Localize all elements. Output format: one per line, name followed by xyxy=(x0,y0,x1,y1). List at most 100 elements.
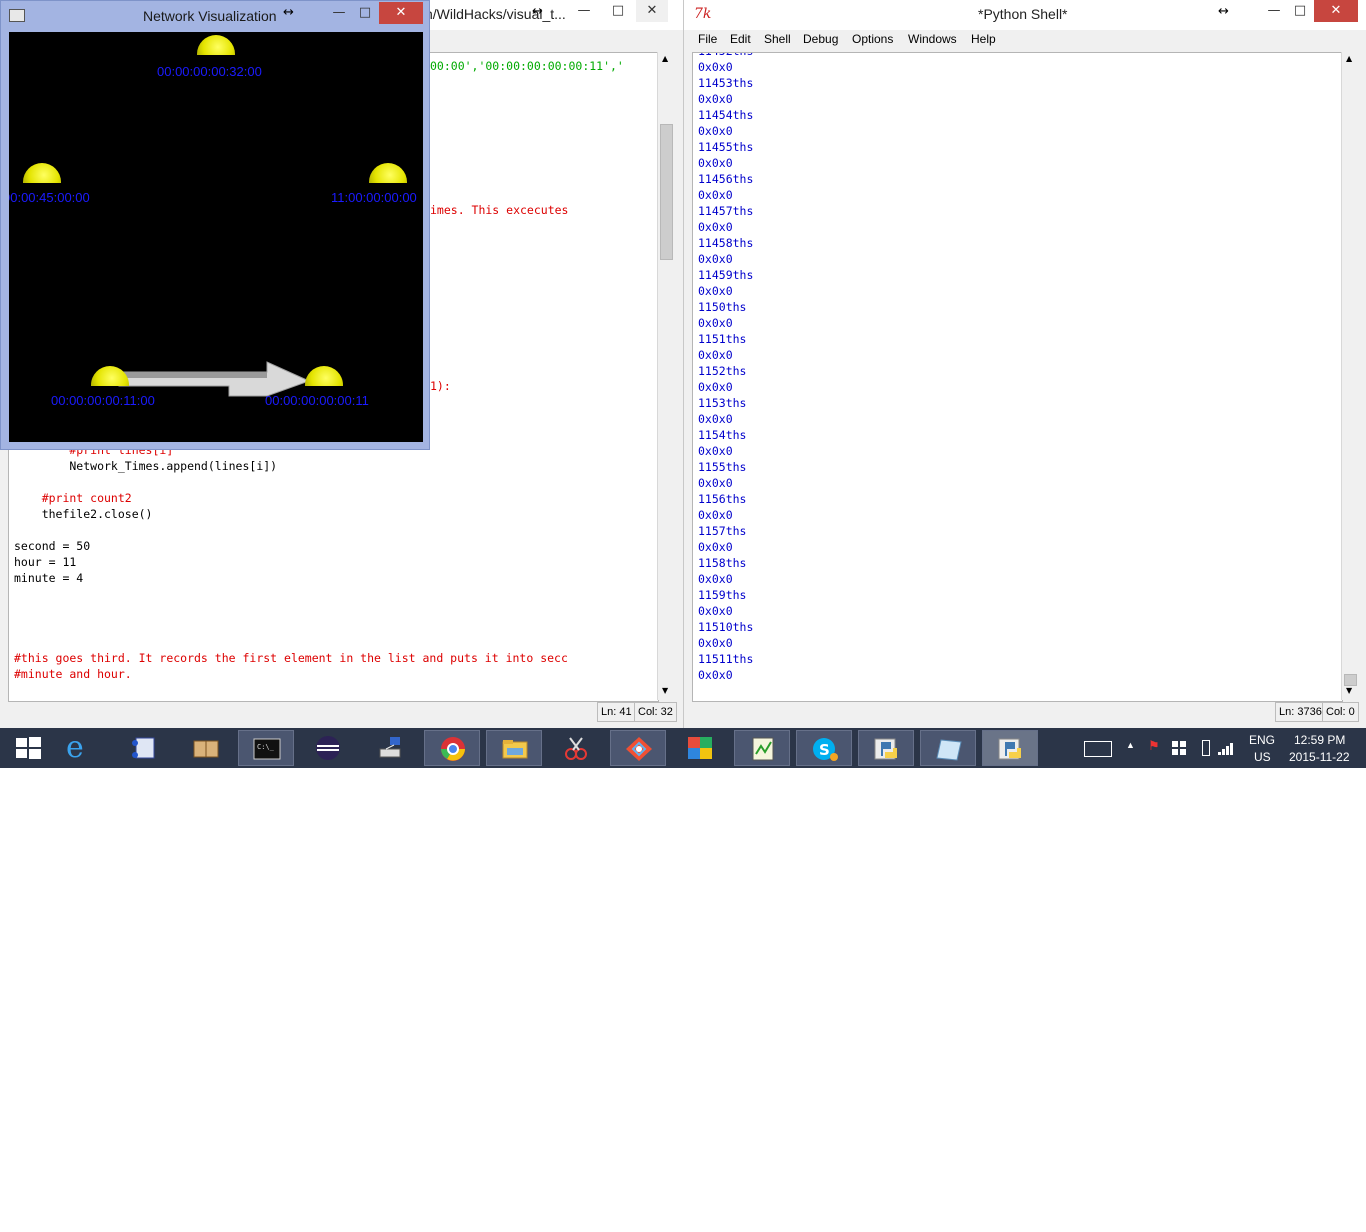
node-label: 00:00:00:00:32:00 xyxy=(157,64,262,79)
shell-output-line: 0x0x0 xyxy=(698,540,733,554)
shell-statusbar: Ln: 3736 Col: 0 xyxy=(684,702,1366,722)
shell-output-line: 1156ths xyxy=(698,492,747,506)
editor-scrollbar[interactable]: ▲ ▼ xyxy=(657,52,675,700)
shell-output-line: 1153ths xyxy=(698,396,747,410)
signal-icon[interactable] xyxy=(1218,740,1236,759)
shell-output-line: 0x0x0 xyxy=(698,124,733,138)
menu-options[interactable]: Options xyxy=(852,32,893,46)
node-label: 00:00:00:00:11:00 xyxy=(51,393,155,408)
code-line: second = 50 xyxy=(14,539,91,553)
shell-output-line: 1152ths xyxy=(698,364,747,378)
code-line: 1): xyxy=(430,379,451,393)
windows-flag-tray-icon[interactable] xyxy=(1172,740,1186,755)
shell-output-line: 11510ths xyxy=(698,620,754,634)
menu-file[interactable]: File xyxy=(698,32,717,46)
internet-explorer-icon[interactable]: e xyxy=(54,730,110,766)
shell-output-line: 0x0x0 xyxy=(698,668,733,682)
network-visualization-window: Network Visualization ↔ — □ ✕ 00:00:00:0… xyxy=(0,0,430,450)
maximize-button[interactable]: □ xyxy=(349,2,381,24)
shell-titlebar[interactable]: 7k *Python Shell* ↔ — □ ✕ xyxy=(684,0,1366,30)
command-prompt-icon[interactable]: C:\_ xyxy=(238,730,294,766)
network-node xyxy=(23,163,61,183)
network-node xyxy=(369,163,407,183)
notepad-icon[interactable] xyxy=(734,730,790,766)
maximize-button[interactable]: □ xyxy=(1284,0,1316,22)
shell-output-line: 0x0x0 xyxy=(698,60,733,74)
keyboard-icon[interactable] xyxy=(1084,741,1112,757)
windows-start-icon[interactable] xyxy=(0,730,56,766)
editor-statusbar: Ln: 41 Col: 32 xyxy=(0,702,683,722)
scroll-up-icon[interactable]: ▲ xyxy=(662,54,668,63)
shell-output-line: 11457ths xyxy=(698,204,754,218)
battery-icon[interactable] xyxy=(1202,740,1210,756)
chrome-icon[interactable] xyxy=(424,730,480,766)
resize-icon: ↔ xyxy=(532,4,543,19)
editor-title: n/WildHacks/visual_t... xyxy=(425,6,566,22)
scroll-thumb[interactable] xyxy=(660,124,673,260)
shell-output-line: 0x0x0 xyxy=(698,380,733,394)
shell-output[interactable]: 11452ths 0x0x0 11453ths 0x0x0 11454ths 0x0x0 1… xyxy=(692,52,1343,702)
close-button[interactable]: ✕ xyxy=(636,0,668,22)
eclipse-icon[interactable] xyxy=(300,730,356,766)
language-indicator[interactable]: ENG xyxy=(1249,733,1275,747)
action-center-icon[interactable]: ⚑ xyxy=(1148,738,1160,754)
code-line: 00:00','00:00:00:00:00:11',' xyxy=(430,59,624,73)
code-line: #print count2 xyxy=(14,491,132,505)
code-line: thefile2.close() xyxy=(14,507,153,521)
node-label: 00:00:00:00:00:11 xyxy=(265,393,369,408)
shell-output-line: 0x0x0 xyxy=(698,444,733,458)
skype-icon[interactable]: S xyxy=(796,730,852,766)
menu-windows[interactable]: Windows xyxy=(908,32,957,46)
scroll-up-icon[interactable]: ▲ xyxy=(1346,54,1352,63)
shell-output-line: 0x0x0 xyxy=(698,572,733,586)
network-app-icon[interactable] xyxy=(116,730,172,766)
office-icon[interactable] xyxy=(672,730,728,766)
netviz-titlebar[interactable]: Network Visualization ↔ — □ ✕ xyxy=(1,1,429,31)
python-idle-icon[interactable] xyxy=(982,730,1038,766)
shell-output-line: 1158ths xyxy=(698,556,747,570)
scroll-down-icon[interactable]: ▼ xyxy=(1346,686,1352,695)
menu-edit[interactable]: Edit xyxy=(730,32,751,46)
network-node xyxy=(197,35,235,55)
svg-text:S: S xyxy=(819,741,830,759)
menu-debug[interactable]: Debug xyxy=(803,32,838,46)
shell-output-line: 0x0x0 xyxy=(698,188,733,202)
clock-date[interactable]: 2015-11-22 xyxy=(1289,750,1350,764)
menu-shell[interactable]: Shell xyxy=(764,32,791,46)
shell-title: *Python Shell* xyxy=(978,6,1068,22)
network-manager-icon[interactable] xyxy=(362,730,418,766)
resize-icon: ↔ xyxy=(283,5,294,20)
code-line: #minute and hour. xyxy=(14,667,132,681)
code-line: imes. This excecutes xyxy=(430,203,569,217)
shell-output-line: 0x0x0 xyxy=(698,92,733,106)
notes-icon[interactable] xyxy=(920,730,976,766)
close-button[interactable]: ✕ xyxy=(1314,0,1358,22)
shell-output-line: 11456ths xyxy=(698,172,754,186)
region-indicator[interactable]: US xyxy=(1254,750,1271,764)
scroll-down-icon[interactable]: ▼ xyxy=(662,686,668,695)
git-icon[interactable] xyxy=(610,730,666,766)
minimize-button[interactable]: — xyxy=(568,0,600,22)
visualization-canvas[interactable]: 00:00:00:00:32:00 00:00:45:00:00 11:00:0… xyxy=(9,32,423,442)
show-hidden-icons-icon[interactable]: ▲ xyxy=(1126,740,1135,750)
close-button[interactable]: ✕ xyxy=(379,2,423,24)
reader-icon[interactable] xyxy=(178,730,234,766)
node-label: 11:00:00:00:00 xyxy=(331,190,417,205)
status-column: Col: 0 xyxy=(1322,702,1359,722)
shell-scrollbar[interactable]: ▲ ▼ xyxy=(1341,52,1359,700)
shell-output-line: 0x0x0 xyxy=(698,604,733,618)
shell-output-line: 0x0x0 xyxy=(698,412,733,426)
node-label: 00:00:45:00:00 xyxy=(9,190,90,205)
shell-output-line: 11459ths xyxy=(698,268,754,282)
shell-output-line: 1159ths xyxy=(698,588,747,602)
scroll-thumb[interactable] xyxy=(1344,674,1357,686)
shell-output-line: 11458ths xyxy=(698,236,754,250)
maximize-button[interactable]: □ xyxy=(602,0,634,22)
status-line: Ln: 41 xyxy=(597,702,636,722)
file-explorer-icon[interactable] xyxy=(486,730,542,766)
python-icon[interactable] xyxy=(858,730,914,766)
menu-help[interactable]: Help xyxy=(971,32,996,46)
clock-time[interactable]: 12:59 PM xyxy=(1294,733,1345,747)
snipping-tool-icon[interactable] xyxy=(548,730,604,766)
shell-output-line: 11453ths xyxy=(698,76,754,90)
